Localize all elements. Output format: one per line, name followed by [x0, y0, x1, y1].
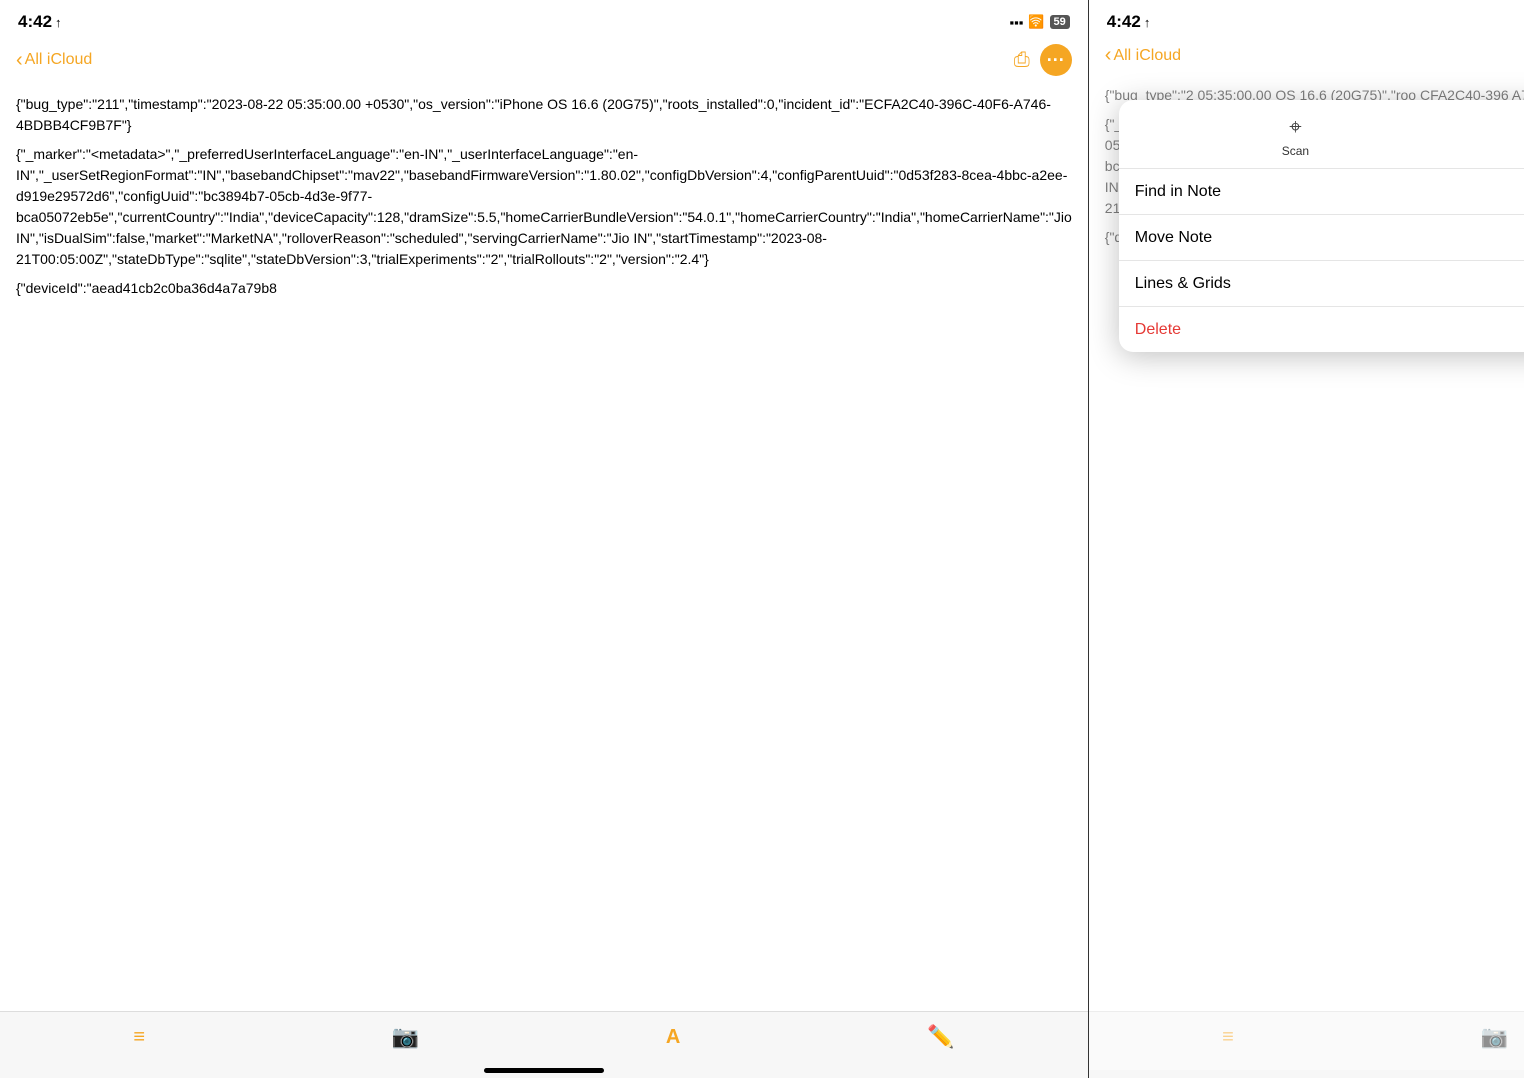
nav-back-2[interactable]: ‹ All iCloud — [1105, 44, 1181, 67]
nav-bar-2: ‹ All iCloud ⎙ — [1089, 38, 1524, 75]
list-icon-2[interactable]: ≡ — [1222, 1026, 1234, 1049]
camera-icon-2[interactable]: 📷 — [1481, 1024, 1508, 1050]
status-icons-1: ▪▪▪ 🛜 59 — [1010, 14, 1070, 30]
menu-move-row[interactable]: Move Note ☐ — [1119, 215, 1524, 261]
menu-scan-item[interactable]: ⌖ Scan — [1282, 114, 1309, 158]
nav-actions-1: ⎙ ··· — [1014, 44, 1072, 76]
more-button-1[interactable]: ··· — [1040, 44, 1072, 76]
status-time-1: 4:42 ↑ — [18, 12, 62, 32]
phone-panel-1: 4:42 ↑ ▪▪▪ 🛜 59 ‹ All iCloud ⎙ ··· {"bug… — [0, 0, 1089, 1078]
scan-icon: ⌖ — [1289, 114, 1301, 140]
nav-bar-1: ‹ All iCloud ⎙ ··· — [0, 38, 1088, 84]
move-note-label: Move Note — [1135, 229, 1212, 247]
note-text-3: {"deviceId":"aead41cb2c0ba36d4a7a79b8 — [16, 278, 1072, 299]
share-icon-1[interactable]: ⎙ — [1014, 49, 1030, 72]
camera-icon-1[interactable]: 📷 — [392, 1024, 419, 1050]
nav-back-label-2[interactable]: All iCloud — [1113, 47, 1181, 65]
home-bar-1 — [484, 1068, 604, 1073]
menu-find-row[interactable]: Find in Note 🔍 — [1119, 169, 1524, 215]
context-menu: ⌖ Scan 📌 Pin 🔒 Lock Find in Note 🔍 Move … — [1119, 100, 1524, 352]
location-icon-2: ↑ — [1144, 15, 1151, 30]
back-chevron-icon-2: ‹ — [1105, 44, 1112, 67]
status-bar-2: 4:42 ↑ ▪▪▪ 🛜 59 — [1089, 0, 1524, 38]
menu-delete-row[interactable]: Delete 🗑 — [1119, 307, 1524, 352]
signal-bars-1: ▪▪▪ — [1010, 15, 1024, 30]
find-in-note-label: Find in Note — [1135, 183, 1524, 201]
note-content-1: {"bug_type":"211","timestamp":"2023-08-2… — [0, 84, 1088, 1011]
note-text-1: {"bug_type":"211","timestamp":"2023-08-2… — [16, 94, 1072, 136]
battery-badge-1: 59 — [1050, 15, 1070, 29]
phone-panel-2: 4:42 ↑ ▪▪▪ 🛜 59 ‹ All iCloud ⎙ {"bug_typ… — [1089, 0, 1524, 1078]
nav-back-1[interactable]: ‹ All iCloud — [16, 49, 92, 72]
status-bar-1: 4:42 ↑ ▪▪▪ 🛜 59 — [0, 0, 1088, 38]
wifi-icon-1: 🛜 — [1028, 14, 1044, 30]
home-indicator-1 — [0, 1070, 1088, 1078]
lines-grids-label: Lines & Grids — [1135, 275, 1231, 293]
note-text-2: {"_marker":"<metadata>","_preferredUserI… — [16, 144, 1072, 270]
delete-label: Delete — [1135, 321, 1181, 339]
nav-back-label-1[interactable]: All iCloud — [25, 51, 93, 69]
scan-label: Scan — [1282, 144, 1309, 158]
format-icon-1[interactable]: A — [666, 1026, 680, 1049]
location-icon-1: ↑ — [55, 15, 62, 30]
bottom-toolbar-1: ≡ 📷 A ✏️ — [0, 1011, 1088, 1070]
status-time-2: 4:42 ↑ — [1107, 12, 1151, 32]
list-icon-1[interactable]: ≡ — [133, 1026, 145, 1049]
menu-lines-row[interactable]: Lines & Grids ⊞ — [1119, 261, 1524, 307]
compose-icon-1[interactable]: ✏️ — [927, 1024, 954, 1050]
home-indicator-2 — [1089, 1070, 1524, 1078]
bottom-toolbar-2: ≡ 📷 A ✏️ — [1089, 1011, 1524, 1070]
menu-top-row: ⌖ Scan 📌 Pin 🔒 Lock — [1119, 100, 1524, 169]
back-chevron-icon-1: ‹ — [16, 49, 23, 72]
